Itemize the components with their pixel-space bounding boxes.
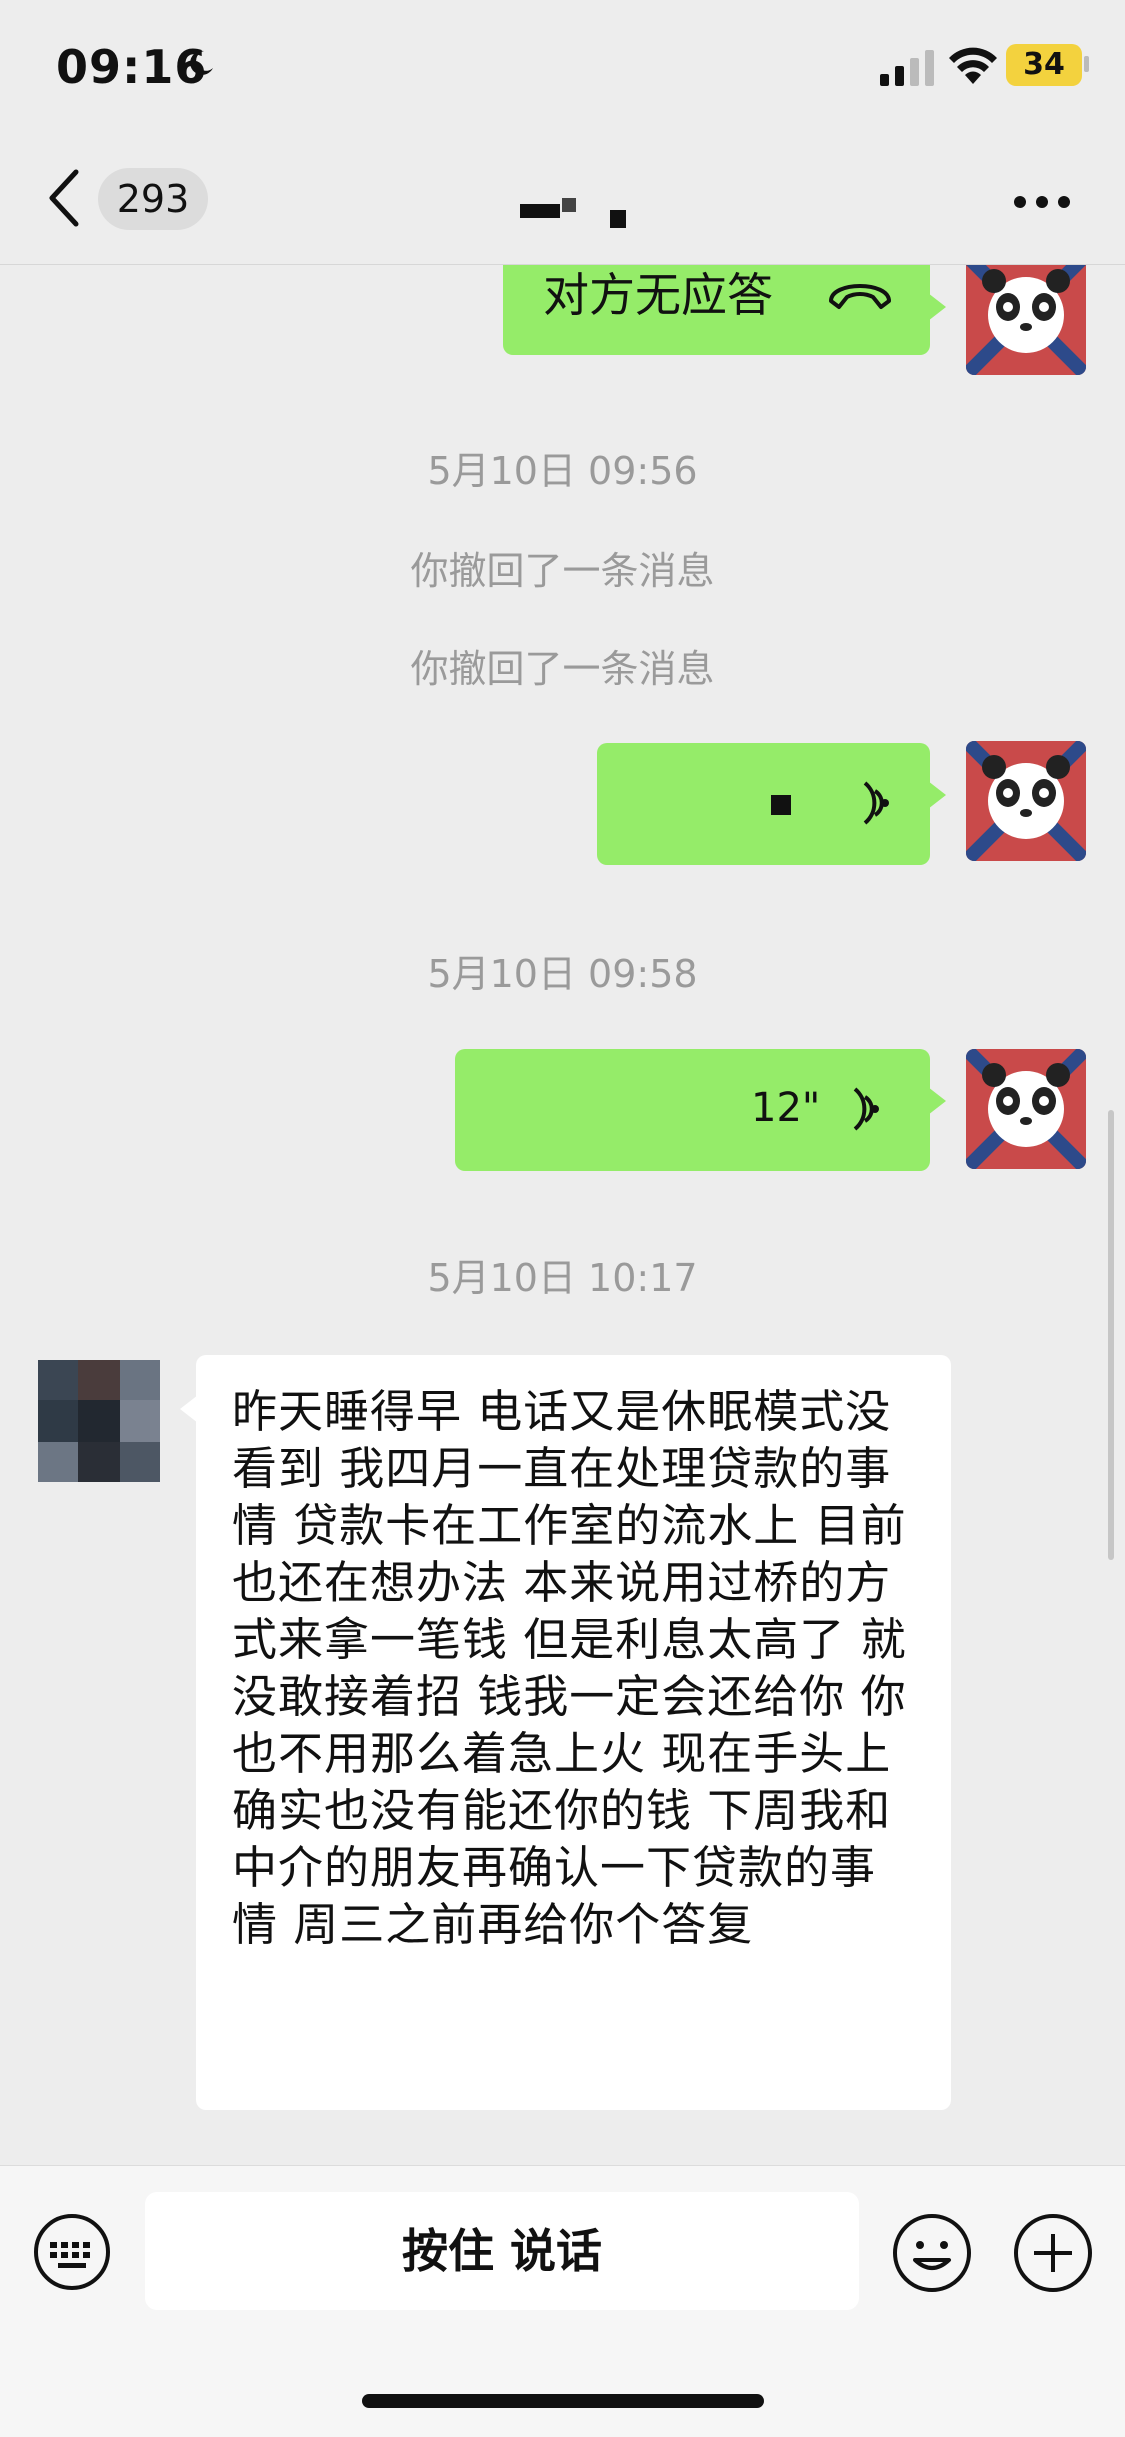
pixelated-avatar-image (38, 1360, 160, 1482)
home-indicator[interactable] (362, 2394, 764, 2408)
chat-header: 293 (0, 140, 1125, 265)
back-chevron-icon[interactable] (44, 166, 84, 230)
panda-avatar-image (966, 741, 1086, 861)
voice-bubble[interactable] (597, 743, 946, 865)
hold-to-talk-button[interactable]: 按住 说话 (145, 2192, 859, 2310)
contact-name (510, 190, 670, 230)
status-bar: 09:16 34 (0, 0, 1125, 140)
more-dots-icon[interactable] (1012, 194, 1072, 210)
phone-hangup-icon (829, 284, 891, 309)
redaction-mark (771, 795, 791, 815)
unread-count-badge[interactable]: 293 (98, 168, 208, 230)
recall-notice: 你撤回了一条消息 (410, 647, 715, 691)
voice-wave-icon (863, 781, 889, 825)
keyboard-icon[interactable] (32, 2212, 112, 2292)
voice-duration: 12" (751, 1085, 821, 1131)
call-bubble[interactable]: 对方无应答 (503, 265, 946, 355)
recall-notice: 你撤回了一条消息 (410, 549, 715, 593)
voice-wave-icon (853, 1087, 879, 1131)
panda-avatar-image (966, 265, 1086, 375)
emoji-icon[interactable] (891, 2212, 973, 2294)
timestamp: 5月10日 09:56 (427, 449, 698, 493)
my-avatar[interactable] (966, 1049, 1086, 1169)
signal-icon (880, 50, 934, 86)
call-status-text: 对方无应答 (543, 268, 773, 322)
moon-icon (190, 50, 213, 75)
incoming-text-bubble[interactable]: 昨天睡得早 电话又是休眠模式没看到 我四月一直在处理贷款的事情 贷款卡在工作室的… (180, 1355, 951, 2110)
timestamp: 5月10日 09:58 (427, 952, 698, 996)
timestamp: 5月10日 10:17 (427, 1256, 698, 1300)
incoming-message-text: 昨天睡得早 电话又是休眠模式没看到 我四月一直在处理贷款的事情 贷款卡在工作室的… (232, 1385, 907, 1951)
status-time: 09:16 (56, 40, 208, 94)
redacted-name-mark (520, 198, 626, 228)
my-avatar[interactable] (966, 741, 1086, 861)
chat-scrollbar[interactable] (1108, 1110, 1114, 1560)
chat-message-list[interactable]: 对方无应答 5月10日 09:56 你撤回了一条消息 你撤回了一条消息 5月10… (0, 265, 1125, 2165)
panda-avatar-image (966, 1049, 1086, 1169)
plus-icon[interactable] (1012, 2212, 1094, 2294)
battery-cap (1084, 56, 1089, 72)
my-avatar[interactable] (966, 265, 1086, 375)
wifi-icon (949, 47, 997, 84)
contact-avatar[interactable] (38, 1360, 160, 1482)
battery-icon: 34 (1006, 44, 1082, 86)
input-bar: 按住 说话 (0, 2165, 1125, 2437)
voice-bubble[interactable]: 12" (455, 1049, 946, 1171)
